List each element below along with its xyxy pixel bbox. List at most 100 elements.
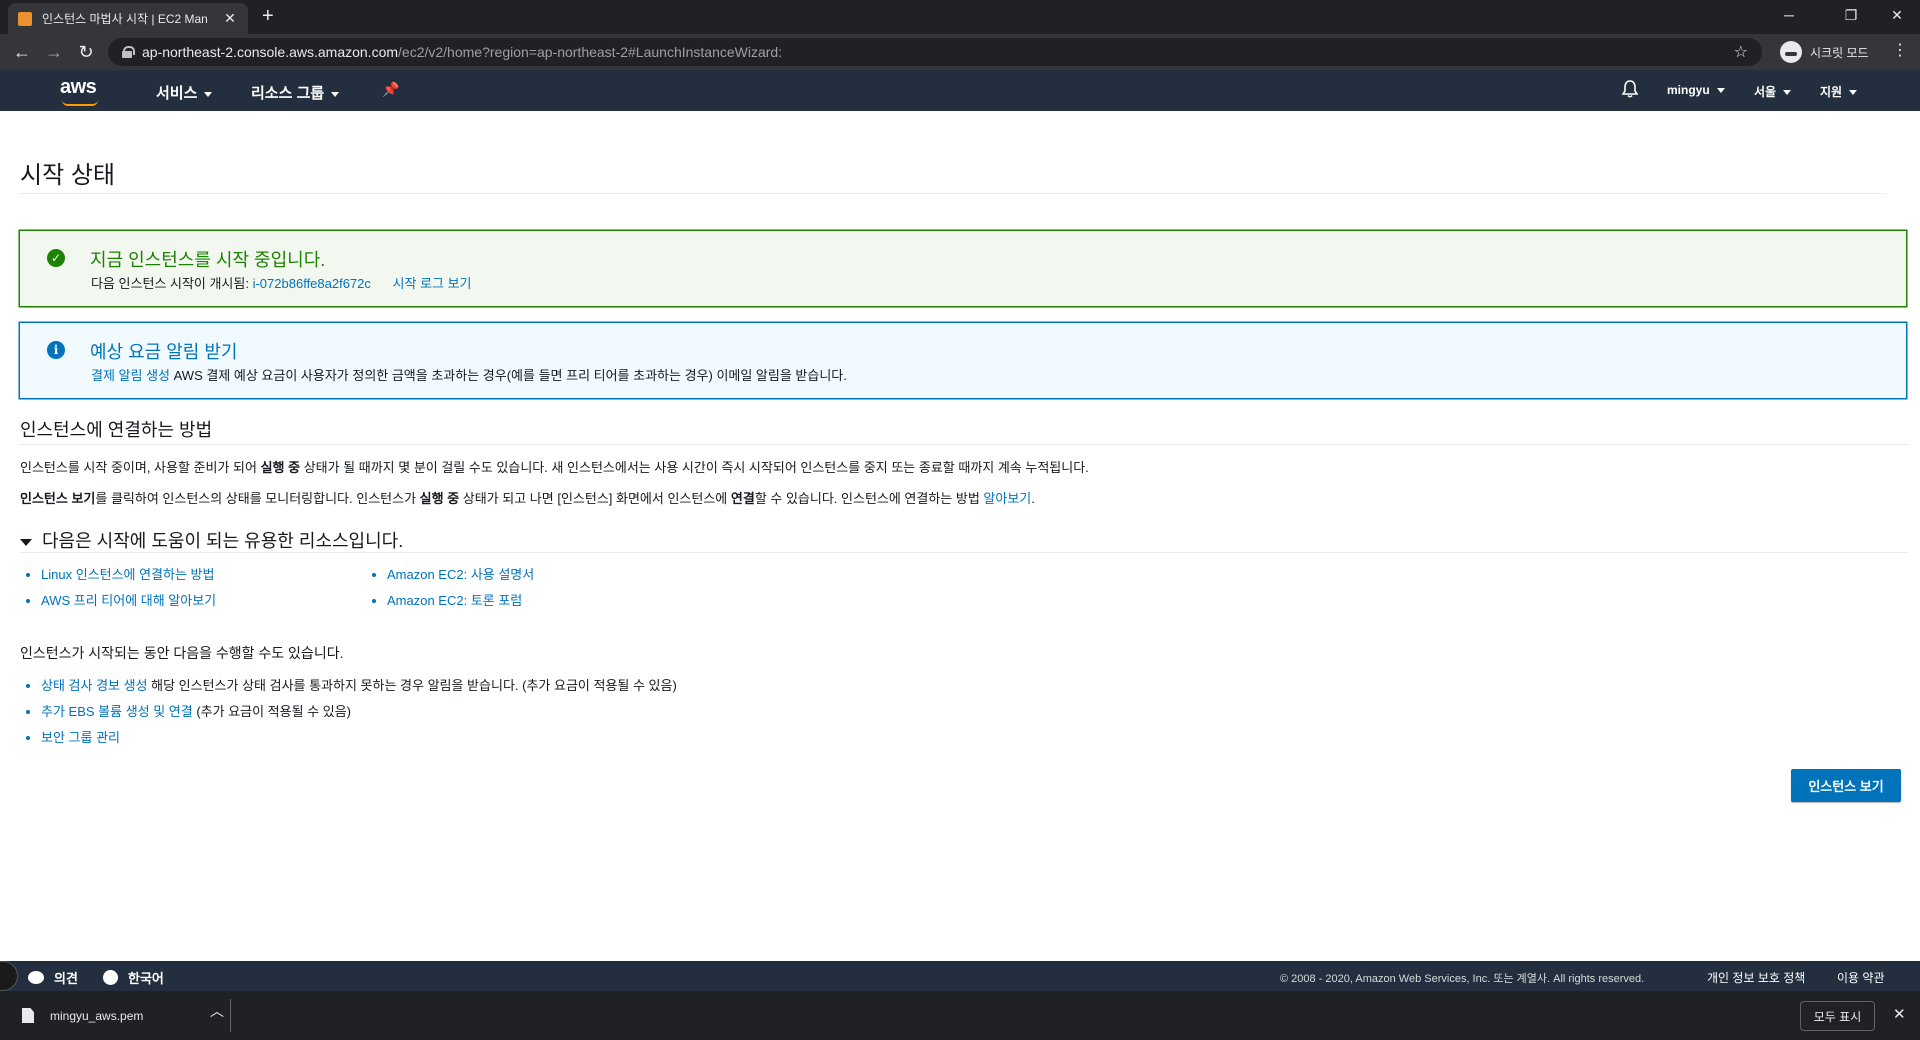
billing-alert-link[interactable]: 결제 알림 생성 bbox=[91, 368, 170, 383]
item-text: 해당 인스턴스가 상태 검사를 통과하지 못하는 경우 알림을 받습니다. (추… bbox=[147, 678, 677, 693]
ec2-forum-link[interactable]: Amazon EC2: 토론 포럼 bbox=[387, 593, 522, 608]
download-bar: mingyu_aws.pem ︿ 모두 표시 ✕ bbox=[0, 991, 1920, 1040]
section-divider bbox=[20, 444, 1908, 445]
services-label: 서비스 bbox=[156, 85, 198, 102]
download-item[interactable]: mingyu_aws.pem ︿ bbox=[10, 999, 230, 1032]
browser-tabbar: 인스턴스 마법사 시작 | EC2 Man ✕ + ─ ❐ ✕ bbox=[0, 0, 1920, 34]
browser-tab[interactable]: 인스턴스 마법사 시작 | EC2 Man ✕ bbox=[8, 3, 248, 34]
show-all-button[interactable]: 모두 표시 bbox=[1800, 1001, 1875, 1031]
list-item: 추가 EBS 볼륨 생성 및 연결 (추가 요금이 적용될 수 있음) bbox=[20, 699, 677, 725]
ec2-user-guide-link[interactable]: Amazon EC2: 사용 설명서 bbox=[387, 567, 534, 582]
privacy-link[interactable]: 개인 정보 보호 정책 bbox=[1707, 969, 1805, 986]
chevron-down-icon bbox=[1783, 90, 1792, 96]
instance-id-link[interactable]: i-072b86ffe8a2f672c bbox=[253, 276, 371, 291]
security-groups-link[interactable]: 보안 그룹 관리 bbox=[41, 730, 120, 745]
ebs-volume-link[interactable]: 추가 EBS 볼륨 생성 및 연결 bbox=[41, 704, 193, 719]
support-menu[interactable]: 지원 bbox=[1820, 83, 1858, 100]
incognito-indicator[interactable]: 시크릿 모드 bbox=[1780, 40, 1869, 64]
info-alert: i 예상 요금 알림 받기 결제 알림 생성 AWS 결제 예상 요금이 사용자… bbox=[19, 322, 1907, 399]
forward-icon[interactable]: → bbox=[42, 40, 66, 64]
lock-icon bbox=[122, 46, 135, 58]
reload-icon[interactable]: ↻ bbox=[74, 40, 98, 64]
list-item: AWS 프리 티어에 대해 알아보기 bbox=[20, 588, 216, 614]
terms-link[interactable]: 이용 약관 bbox=[1837, 969, 1885, 986]
status-check-alarm-link[interactable]: 상태 검사 경보 생성 bbox=[41, 678, 148, 693]
globe-icon bbox=[103, 970, 118, 985]
resources-left-list: Linux 인스턴스에 연결하는 방법 AWS 프리 티어에 대해 알아보기 bbox=[20, 562, 216, 614]
aws-footer: 의견 한국어 © 2008 - 2020, Amazon Web Service… bbox=[0, 961, 1920, 991]
resources-title: 다음은 시작에 도움이 되는 유용한 리소스입니다. bbox=[42, 531, 404, 551]
bookmark-star-icon[interactable]: ☆ bbox=[1734, 42, 1748, 62]
aws-logo[interactable]: aws bbox=[60, 76, 98, 106]
url-path: /ec2/v2/home?region=ap-northeast-2#Launc… bbox=[398, 44, 783, 60]
info-icon: i bbox=[47, 341, 65, 359]
text-bold: 실행 중 bbox=[419, 491, 460, 506]
text: . bbox=[1031, 491, 1035, 506]
feedback-label: 의견 bbox=[54, 971, 78, 986]
resource-groups-label: 리소스 그룹 bbox=[251, 85, 325, 102]
feedback-button[interactable]: 의견 bbox=[28, 968, 78, 987]
list-item: Amazon EC2: 사용 설명서 bbox=[366, 562, 534, 588]
tab-title: 인스턴스 마법사 시작 | EC2 Man bbox=[42, 12, 208, 26]
view-instances-button[interactable]: 인스턴스 보기 bbox=[1791, 769, 1901, 802]
language-selector[interactable]: 한국어 bbox=[103, 968, 164, 987]
section-divider bbox=[20, 552, 1908, 553]
success-body: 다음 인스턴스 시작이 개시됨: i-072b86ffe8a2f672c 시작 … bbox=[91, 273, 472, 292]
download-bar-close-icon[interactable]: ✕ bbox=[1893, 1005, 1906, 1023]
language-label: 한국어 bbox=[128, 971, 164, 986]
chevron-up-icon[interactable]: ︿ bbox=[210, 1001, 224, 1021]
aws-favicon-icon bbox=[18, 11, 32, 26]
text: 인스턴스를 시작 중이며, 사용할 준비가 되어 bbox=[20, 460, 261, 475]
bell-icon[interactable] bbox=[1622, 80, 1638, 98]
minimize-icon[interactable]: ─ bbox=[1766, 0, 1812, 30]
aws-top-nav: aws 서비스 리소스 그룹 📌 mingyu 서울 지원 bbox=[0, 70, 1920, 111]
text: 를 클릭하여 인스턴스의 상태를 모니터링합니다. 인스턴스가 bbox=[95, 491, 420, 506]
region-menu[interactable]: 서울 bbox=[1754, 83, 1792, 100]
chevron-down-icon bbox=[204, 91, 213, 97]
connect-paragraph-2: 인스턴스 보기를 클릭하여 인스턴스의 상태를 모니터링합니다. 인스턴스가 실… bbox=[20, 488, 1035, 507]
info-body: 결제 알림 생성 AWS 결제 예상 요금이 사용자가 정의한 금액을 초과하는… bbox=[91, 365, 847, 384]
resource-groups-menu[interactable]: 리소스 그룹 bbox=[251, 82, 340, 103]
success-body-prefix: 다음 인스턴스 시작이 개시됨: bbox=[91, 276, 249, 291]
while-launch-title: 인스턴스가 시작되는 동안 다음을 수행할 수도 있습니다. bbox=[20, 645, 344, 661]
learn-more-link[interactable]: 알아보기 bbox=[983, 491, 1031, 506]
info-body-text: AWS 결제 예상 요금이 사용자가 정의한 금액을 초과하는 경우(예를 들면… bbox=[173, 368, 847, 383]
chevron-down-icon bbox=[1849, 90, 1858, 96]
text-bold: 인스턴스 보기 bbox=[20, 491, 96, 506]
download-filename: mingyu_aws.pem bbox=[50, 1008, 144, 1023]
pin-icon[interactable]: 📌 bbox=[382, 81, 399, 98]
success-alert: ✓ 지금 인스턴스를 시작 중입니다. 다음 인스턴스 시작이 개시됨: i-0… bbox=[19, 230, 1907, 307]
resources-toggle[interactable]: 다음은 시작에 도움이 되는 유용한 리소스입니다. bbox=[20, 527, 403, 553]
list-item: Amazon EC2: 토론 포럼 bbox=[366, 588, 534, 614]
incognito-icon bbox=[1780, 41, 1802, 63]
free-tier-link[interactable]: AWS 프리 티어에 대해 알아보기 bbox=[41, 593, 216, 608]
new-tab-icon[interactable]: + bbox=[262, 5, 274, 28]
window-close-icon[interactable]: ✕ bbox=[1874, 0, 1920, 30]
address-bar[interactable]: ap-northeast-2.console.aws.amazon.com/ec… bbox=[108, 38, 1762, 66]
linux-connect-link[interactable]: Linux 인스턴스에 연결하는 방법 bbox=[41, 567, 214, 582]
browser-toolbar: ← → ↻ ap-northeast-2.console.aws.amazon.… bbox=[0, 34, 1920, 70]
chevron-down-icon bbox=[1716, 88, 1725, 94]
list-item: 보안 그룹 관리 bbox=[20, 725, 677, 751]
account-menu[interactable]: mingyu bbox=[1667, 83, 1725, 97]
tab-close-icon[interactable]: ✕ bbox=[222, 10, 238, 27]
list-item: 상태 검사 경보 생성 해당 인스턴스가 상태 검사를 통과하지 못하는 경우 … bbox=[20, 673, 677, 699]
title-divider bbox=[20, 193, 1886, 194]
back-icon[interactable]: ← bbox=[10, 40, 34, 64]
chat-bubble-icon bbox=[28, 971, 44, 984]
browser-menu-icon[interactable]: ⋮ bbox=[1892, 40, 1908, 60]
text: 할 수 있습니다. 인스턴스에 연결하는 방법 bbox=[754, 491, 984, 506]
text-bold: 연결 bbox=[730, 491, 755, 506]
text: 상태가 될 때까지 몇 분이 걸릴 수도 있습니다. 새 인스턴스에서는 사용 … bbox=[300, 460, 1089, 475]
services-menu[interactable]: 서비스 bbox=[156, 82, 213, 103]
file-icon bbox=[22, 1008, 34, 1023]
text: 상태가 되고 나면 [인스턴스] 화면에서 인스턴스에 bbox=[459, 491, 731, 506]
support-label: 지원 bbox=[1820, 85, 1843, 99]
resources-right-list: Amazon EC2: 사용 설명서 Amazon EC2: 토론 포럼 bbox=[366, 562, 534, 614]
copyright: © 2008 - 2020, Amazon Web Services, Inc.… bbox=[1280, 973, 1645, 985]
download-separator bbox=[230, 999, 231, 1032]
page-title: 시작 상태 bbox=[20, 162, 115, 189]
connect-section-title: 인스턴스에 연결하는 방법 bbox=[20, 420, 213, 440]
restore-icon[interactable]: ❐ bbox=[1828, 0, 1874, 30]
launch-log-link[interactable]: 시작 로그 보기 bbox=[393, 276, 472, 291]
